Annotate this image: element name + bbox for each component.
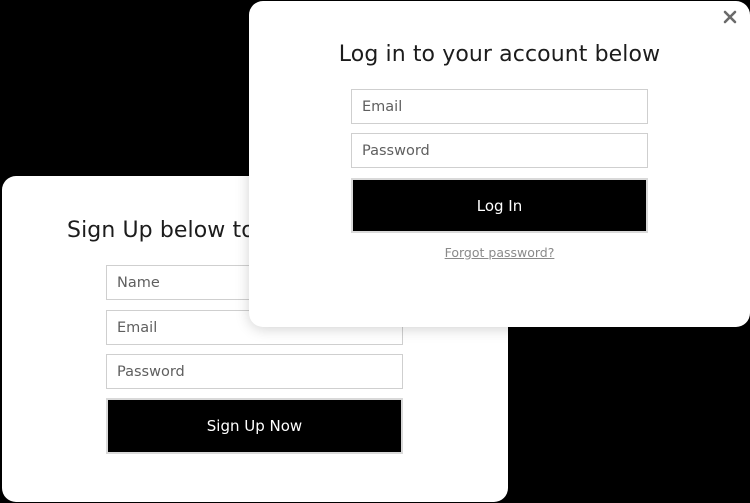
login-title: Log in to your account below bbox=[338, 42, 661, 67]
login-password-input[interactable] bbox=[351, 133, 648, 168]
close-icon[interactable] bbox=[721, 8, 739, 26]
login-button[interactable]: Log In bbox=[351, 178, 648, 233]
forgot-password-link[interactable]: Forgot password? bbox=[249, 245, 750, 260]
login-email-input[interactable] bbox=[351, 89, 648, 124]
signup-password-input[interactable] bbox=[106, 354, 403, 389]
signup-title: Sign Up below to l bbox=[67, 218, 269, 243]
signup-now-button[interactable]: Sign Up Now bbox=[106, 398, 403, 454]
login-card: Log in to your account below Log In Forg… bbox=[249, 1, 750, 327]
